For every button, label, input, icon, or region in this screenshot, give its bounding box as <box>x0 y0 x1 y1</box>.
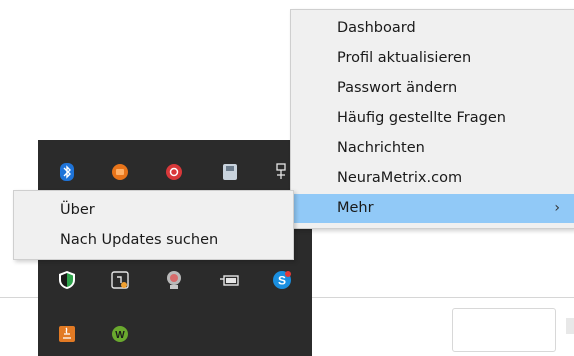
menu-item-label: Dashboard <box>337 20 416 36</box>
chevron-right-icon: › <box>554 200 560 216</box>
orange-app-icon[interactable] <box>110 162 130 182</box>
red-virus-app-icon[interactable] <box>164 162 184 182</box>
svg-text:S: S <box>278 274 286 288</box>
java-icon[interactable] <box>57 324 77 344</box>
menu-item-website[interactable]: NeuraMetrix.com <box>291 164 574 193</box>
menu-item-profil-aktualisieren[interactable]: Profil aktualisieren <box>291 44 574 73</box>
bluetooth-icon[interactable] <box>57 162 77 182</box>
shield-security-icon[interactable] <box>57 270 77 290</box>
menu-item-label: NeuraMetrix.com <box>337 170 463 186</box>
menu-item-nachrichten[interactable]: Nachrichten <box>291 134 574 163</box>
scroll-edge <box>566 318 574 334</box>
text-field-outline <box>452 308 556 352</box>
context-menu: Dashboard Profil aktualisieren Passwort … <box>290 9 574 229</box>
battery-power-icon[interactable] <box>220 270 240 290</box>
menu-item-label: Mehr <box>337 200 374 216</box>
submenu-item-ueber[interactable]: Über <box>14 196 293 225</box>
menu-item-mehr[interactable]: Mehr › <box>291 194 574 223</box>
menu-item-label: Profil aktualisieren <box>337 50 472 66</box>
menu-item-dashboard[interactable]: Dashboard <box>291 14 574 43</box>
red-circle-app-icon[interactable] <box>164 270 184 290</box>
menu-item-faq[interactable]: Häufig gestellte Fragen <box>291 104 574 133</box>
green-w-app-icon[interactable]: W <box>110 324 130 344</box>
skype-icon[interactable]: S <box>272 270 292 290</box>
desktop-background: S W Dashboard Profil aktualisieren Passw… <box>0 0 574 356</box>
menu-item-label: Nachrichten <box>337 140 425 156</box>
svg-text:W: W <box>115 330 125 341</box>
submenu: Über Nach Updates suchen <box>13 190 294 260</box>
disk-app-icon[interactable] <box>220 162 240 182</box>
sync-status-icon[interactable] <box>110 270 130 290</box>
menu-item-label: Über <box>60 202 95 218</box>
submenu-item-nach-updates-suchen[interactable]: Nach Updates suchen <box>14 226 293 255</box>
menu-item-passwort-aendern[interactable]: Passwort ändern <box>291 74 574 103</box>
menu-item-label: Häufig gestellte Fragen <box>337 110 506 126</box>
network-app-icon[interactable] <box>272 162 292 182</box>
menu-item-label: Nach Updates suchen <box>60 232 219 248</box>
menu-item-label: Passwort ändern <box>337 80 458 96</box>
